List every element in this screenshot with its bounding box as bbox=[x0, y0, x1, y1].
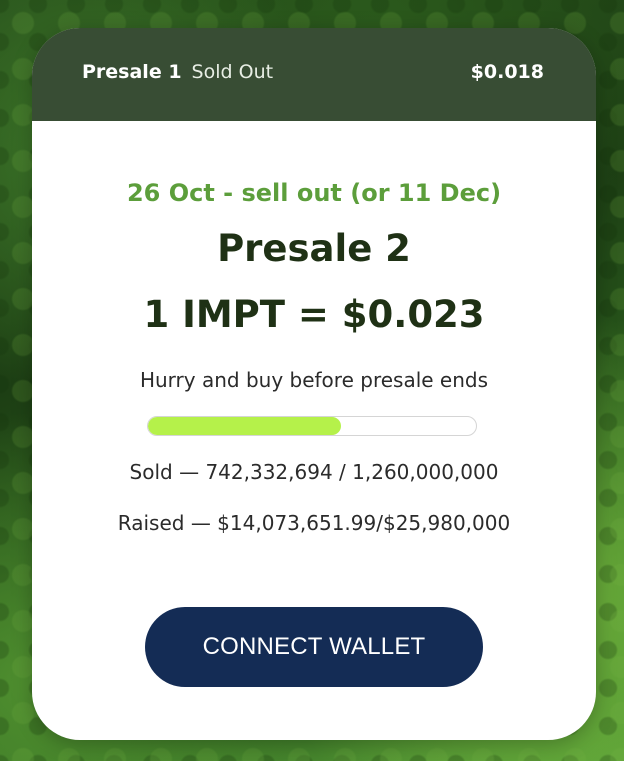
presale-card: Presale 1 Sold Out $0.018 26 Oct - sell o… bbox=[32, 28, 596, 740]
funds-raised: Raised — $14,073,651.99/$25,980,000 bbox=[117, 511, 511, 535]
previous-stage-header: Presale 1 Sold Out $0.018 bbox=[32, 28, 596, 121]
previous-stage-label: Presale 1 bbox=[82, 61, 182, 83]
sale-progress-fill bbox=[148, 417, 342, 435]
connect-wallet-button[interactable]: CONNECT WALLET bbox=[145, 607, 483, 687]
previous-stage-info: Presale 1 Sold Out bbox=[82, 60, 273, 84]
current-stage-body: 26 Oct - sell out (or 11 Dec) Presale 2 … bbox=[32, 121, 596, 740]
previous-stage-status: Sold Out bbox=[191, 61, 274, 83]
tokens-sold: Sold — 742,332,694 / 1,260,000,000 bbox=[129, 460, 499, 484]
hurry-message: Hurry and buy before presale ends bbox=[139, 368, 489, 392]
sale-progress-bar bbox=[147, 416, 477, 436]
presale-dates: 26 Oct - sell out (or 11 Dec) bbox=[126, 179, 502, 207]
token-price: 1 IMPT = $0.023 bbox=[143, 293, 485, 336]
presale-stage-title: Presale 2 bbox=[217, 227, 411, 270]
previous-stage-price: $0.018 bbox=[470, 61, 544, 83]
